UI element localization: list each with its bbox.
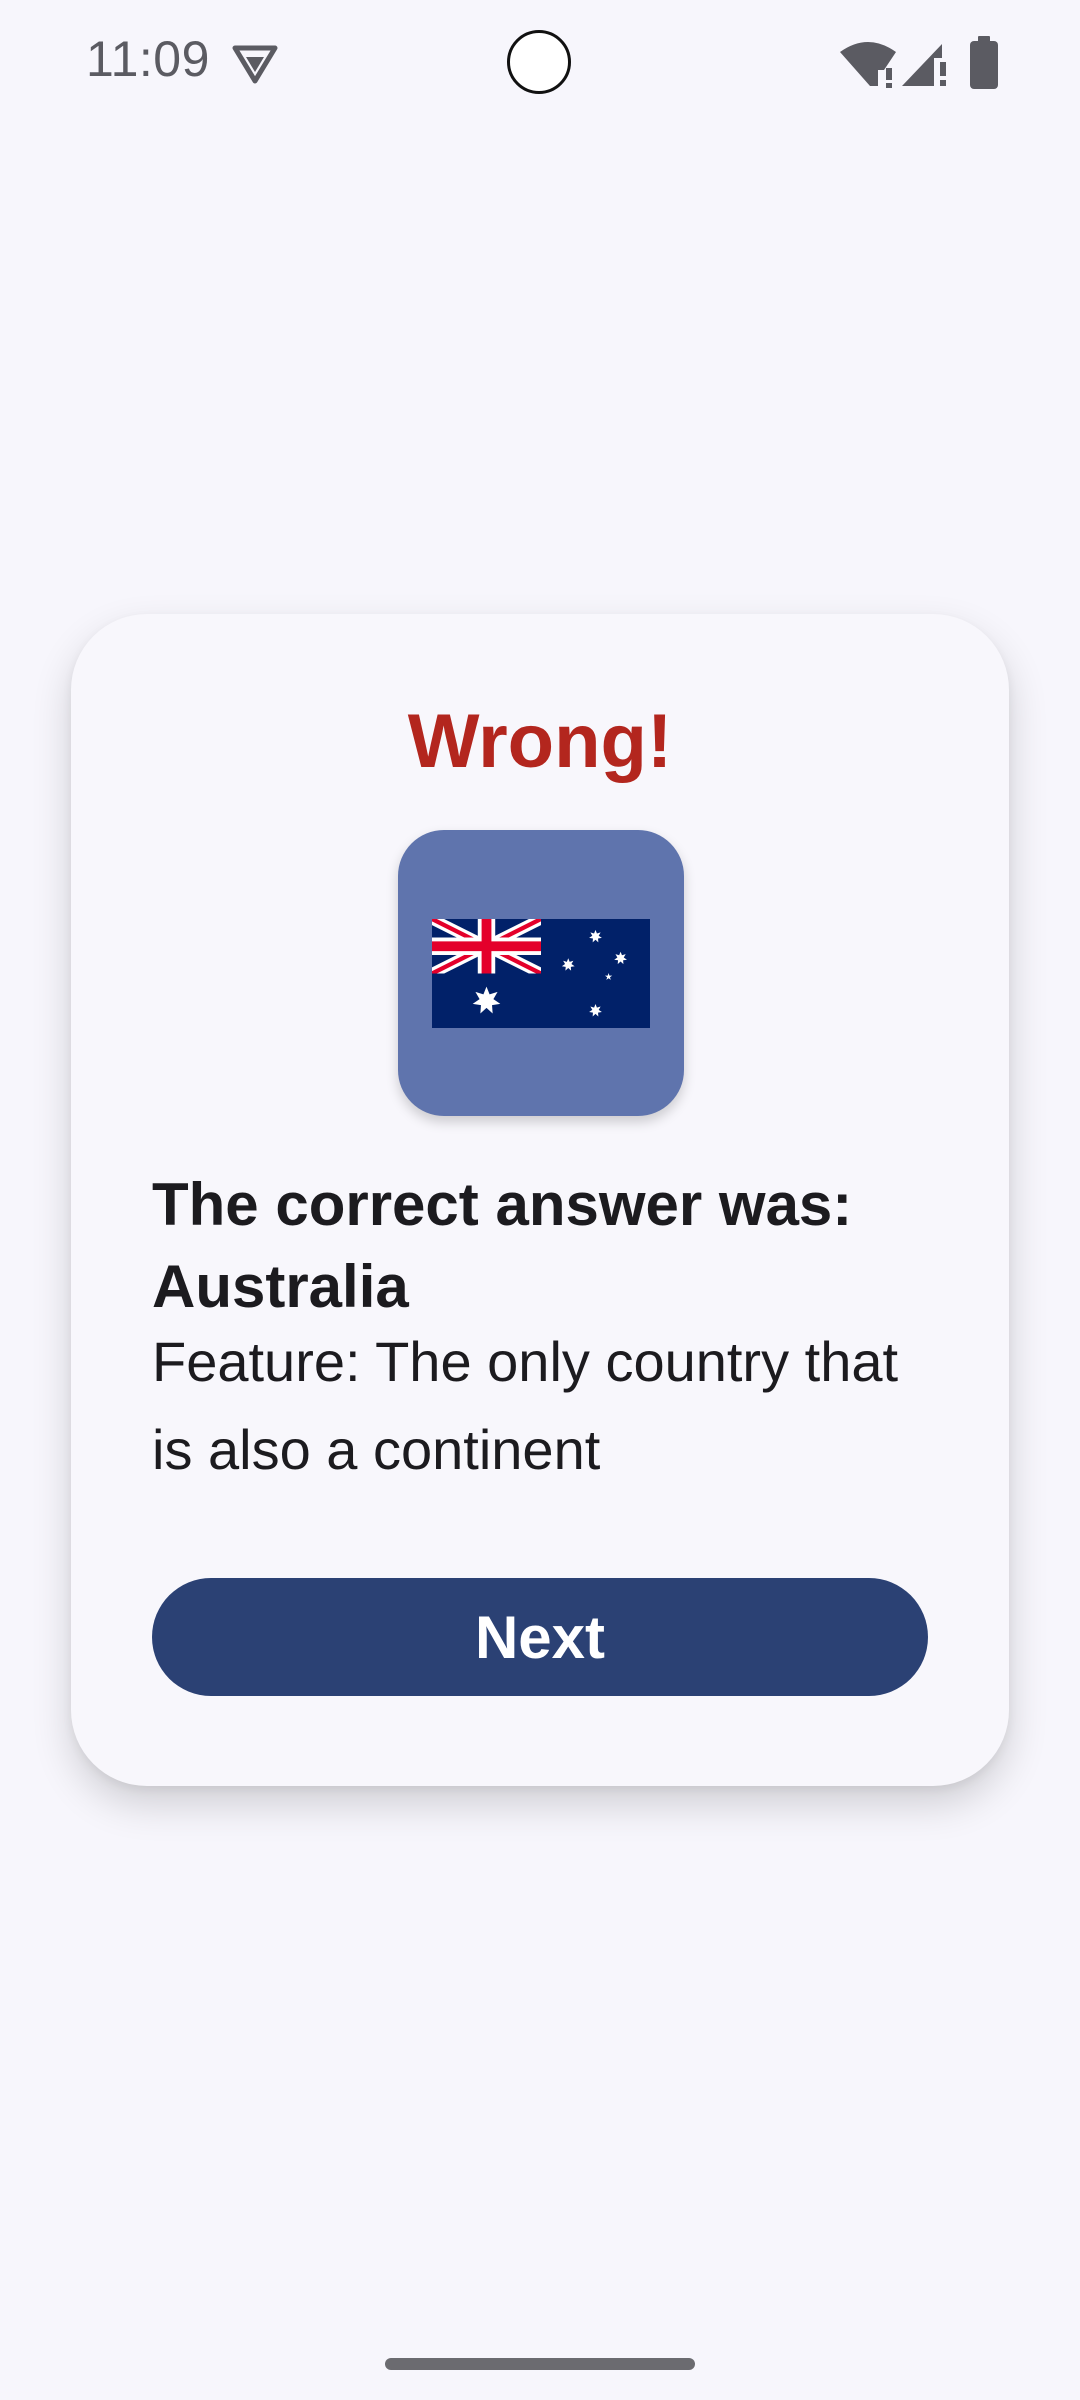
status-bar: 11:09 xyxy=(0,0,1080,130)
home-indicator[interactable] xyxy=(385,2358,695,2370)
vpn-icon xyxy=(232,45,278,84)
wifi-icon xyxy=(840,42,896,88)
result-dialog: Wrong! The correct answer was: Australia… xyxy=(71,614,1009,1786)
next-button[interactable]: Next xyxy=(152,1578,928,1696)
result-title: Wrong! xyxy=(407,699,673,784)
flag-tile xyxy=(398,830,684,1116)
correct-answer-heading: The correct answer was: Australia xyxy=(152,1171,853,1320)
country-feature-text: Feature: The only country that is also a… xyxy=(152,1330,899,1481)
australia-flag-icon xyxy=(432,919,650,1028)
status-time: 11:09 xyxy=(86,31,210,87)
battery-icon xyxy=(970,36,998,89)
camera-cutout xyxy=(507,30,571,94)
signal-icon xyxy=(902,44,946,86)
